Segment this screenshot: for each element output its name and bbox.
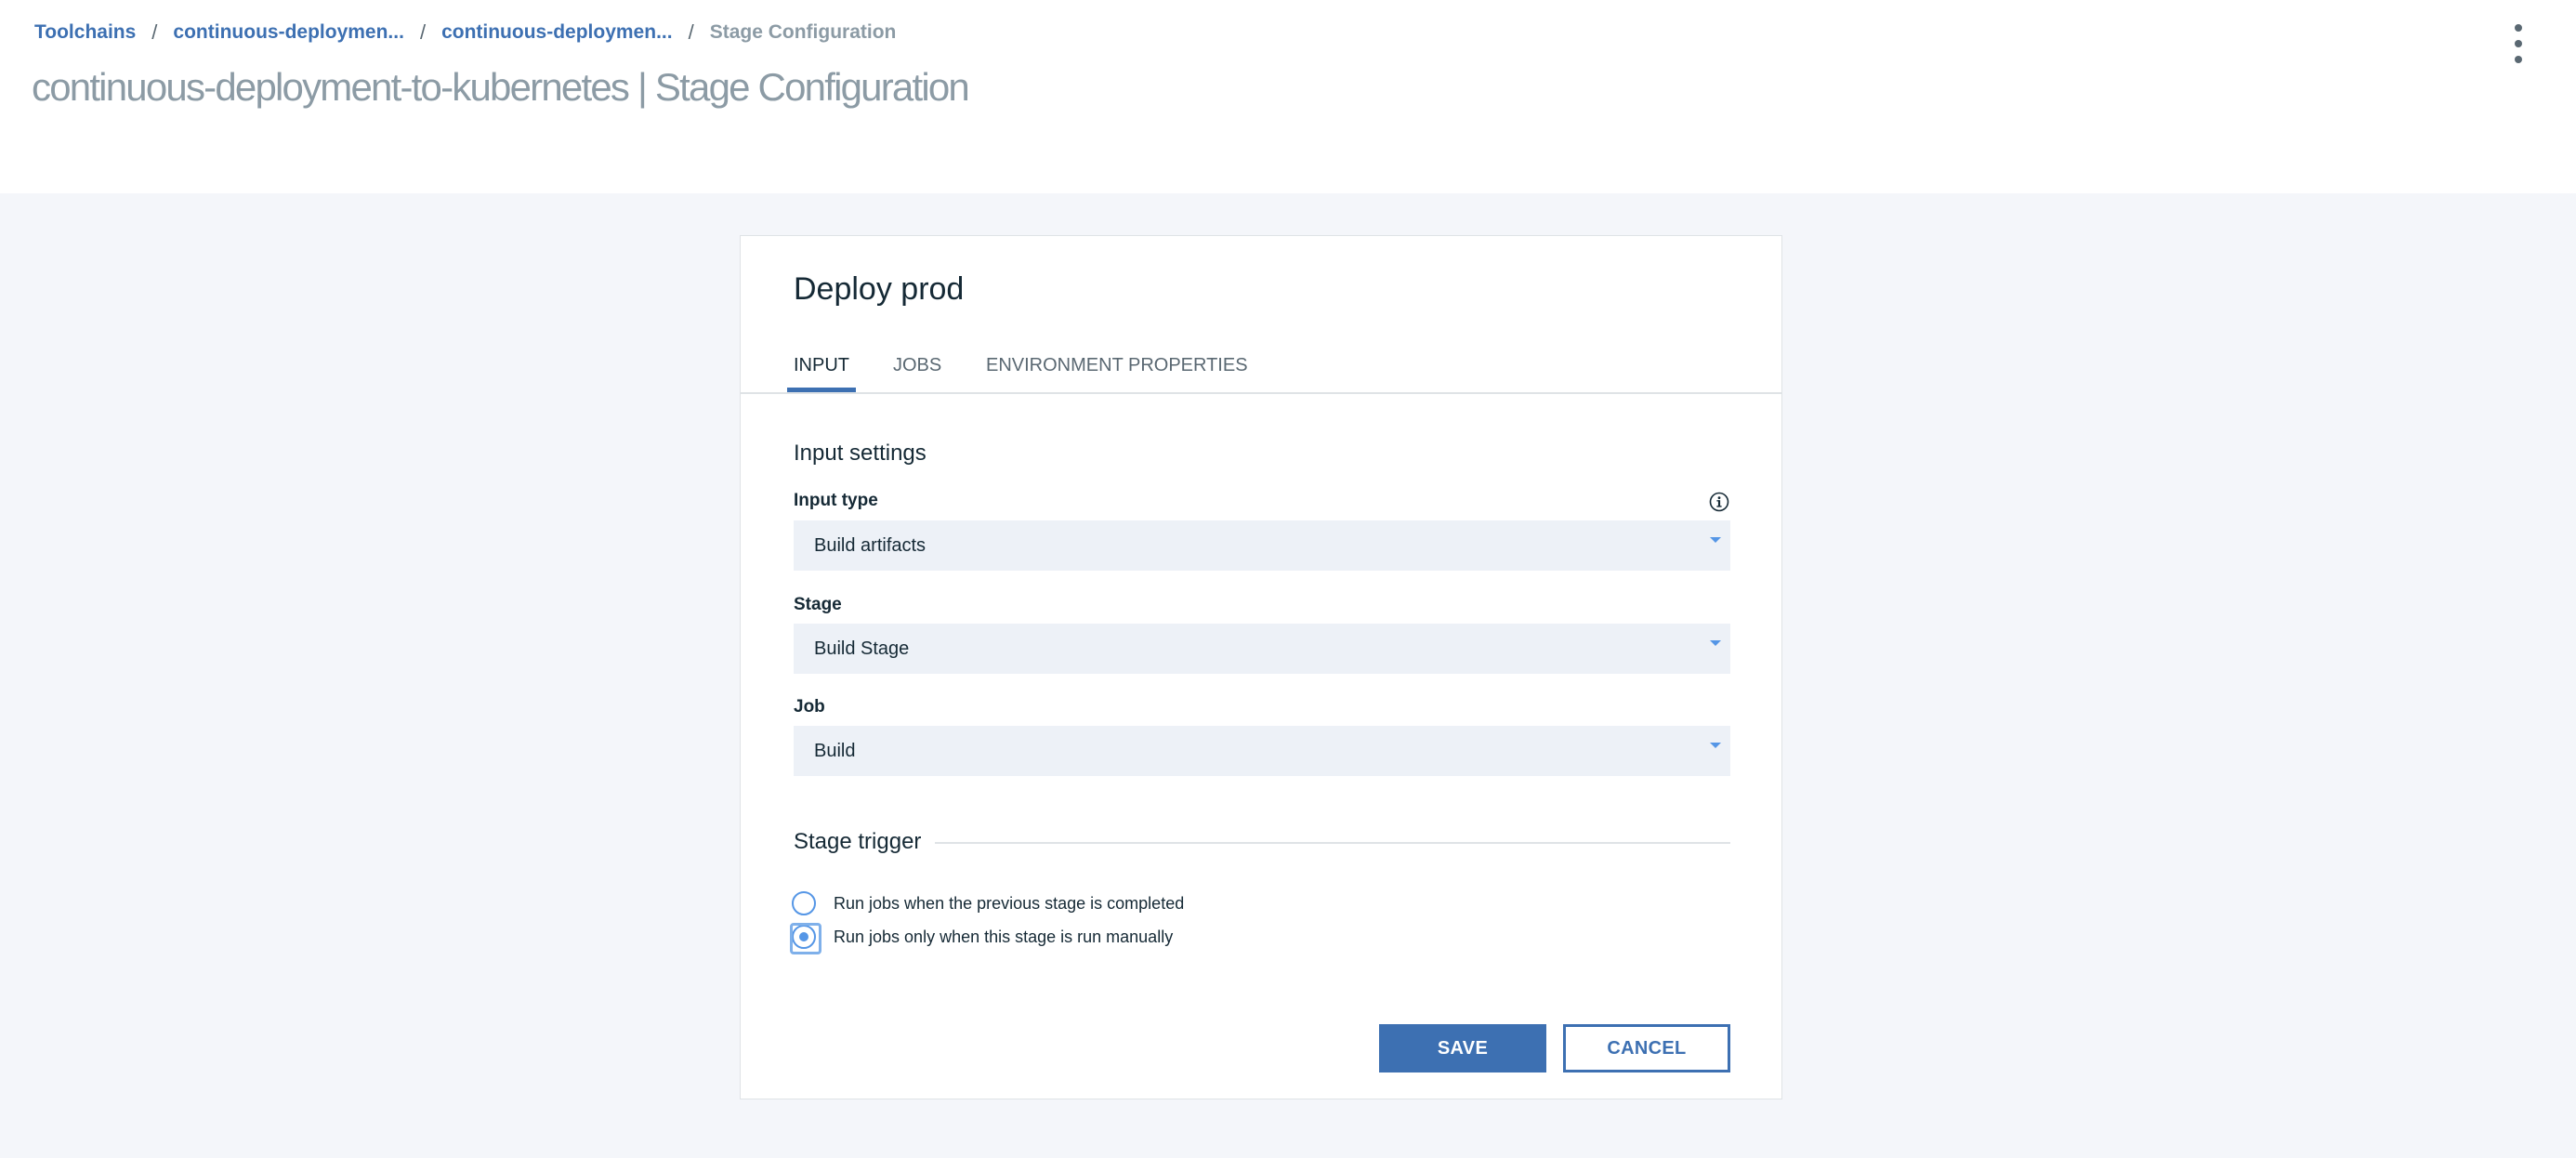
stage-trigger-heading: Stage trigger bbox=[794, 829, 922, 854]
chevron-down-icon bbox=[1710, 640, 1721, 646]
top-header: Toolchains / continuous-deploymen... / c… bbox=[0, 0, 2576, 193]
section-divider bbox=[935, 842, 1730, 844]
job-select[interactable]: Build bbox=[794, 726, 1730, 776]
job-label: Job bbox=[794, 697, 825, 717]
save-button[interactable]: SAVE bbox=[1379, 1024, 1546, 1072]
page-title: continuous-deployment-to-kubernetes | St… bbox=[32, 65, 970, 109]
input-settings-heading: Input settings bbox=[794, 441, 927, 466]
breadcrumb-pipeline-link[interactable]: continuous-deploymen... bbox=[441, 21, 673, 44]
info-icon[interactable] bbox=[1709, 492, 1729, 512]
breadcrumb: Toolchains / continuous-deploymen... / c… bbox=[34, 19, 896, 46]
tab-environment-properties[interactable]: ENVIRONMENT PROPERTIES bbox=[986, 346, 1248, 392]
radio-label[interactable]: Run jobs only when this stage is run man… bbox=[834, 928, 1173, 947]
stage-value: Build Stage bbox=[814, 638, 910, 659]
stage-config-card: Deploy prod INPUT JOBS ENVIRONMENT PROPE… bbox=[740, 235, 1782, 1099]
menu-dot bbox=[2515, 56, 2522, 63]
tab-jobs[interactable]: JOBS bbox=[893, 346, 941, 392]
radio-dot bbox=[799, 932, 808, 941]
chevron-down-icon bbox=[1710, 743, 1721, 748]
input-type-label: Input type bbox=[794, 491, 878, 510]
job-value: Build bbox=[814, 741, 856, 761]
stage-label: Stage bbox=[794, 595, 842, 614]
stage-select[interactable]: Build Stage bbox=[794, 624, 1730, 674]
breadcrumb-separator: / bbox=[419, 20, 427, 44]
breadcrumb-separator: / bbox=[688, 20, 694, 44]
input-type-value: Build artifacts bbox=[814, 535, 927, 556]
trigger-option-previous-stage[interactable]: Run jobs when the previous stage is comp… bbox=[792, 889, 1184, 917]
radio-button[interactable] bbox=[792, 891, 816, 915]
breadcrumb-toolchains-link[interactable]: Toolchains bbox=[34, 21, 136, 44]
vertical-ellipsis-icon[interactable] bbox=[2505, 22, 2531, 65]
breadcrumb-toolchain-link[interactable]: continuous-deploymen... bbox=[173, 21, 404, 44]
cancel-button[interactable]: CANCEL bbox=[1563, 1024, 1730, 1072]
stage-title: Deploy prod bbox=[794, 271, 965, 307]
radio-label[interactable]: Run jobs when the previous stage is comp… bbox=[834, 894, 1184, 914]
breadcrumb-current: Stage Configuration bbox=[709, 21, 897, 43]
input-type-select[interactable]: Build artifacts bbox=[794, 520, 1730, 571]
radio-button-checked[interactable] bbox=[790, 923, 821, 954]
tab-input[interactable]: INPUT bbox=[787, 346, 856, 392]
breadcrumb-separator: / bbox=[151, 20, 158, 44]
tab-bar: INPUT JOBS ENVIRONMENT PROPERTIES bbox=[741, 346, 1781, 394]
chevron-down-icon bbox=[1710, 537, 1721, 543]
menu-dot bbox=[2515, 24, 2522, 32]
trigger-option-manual[interactable]: Run jobs only when this stage is run man… bbox=[790, 923, 1173, 954]
menu-dot bbox=[2515, 40, 2522, 47]
